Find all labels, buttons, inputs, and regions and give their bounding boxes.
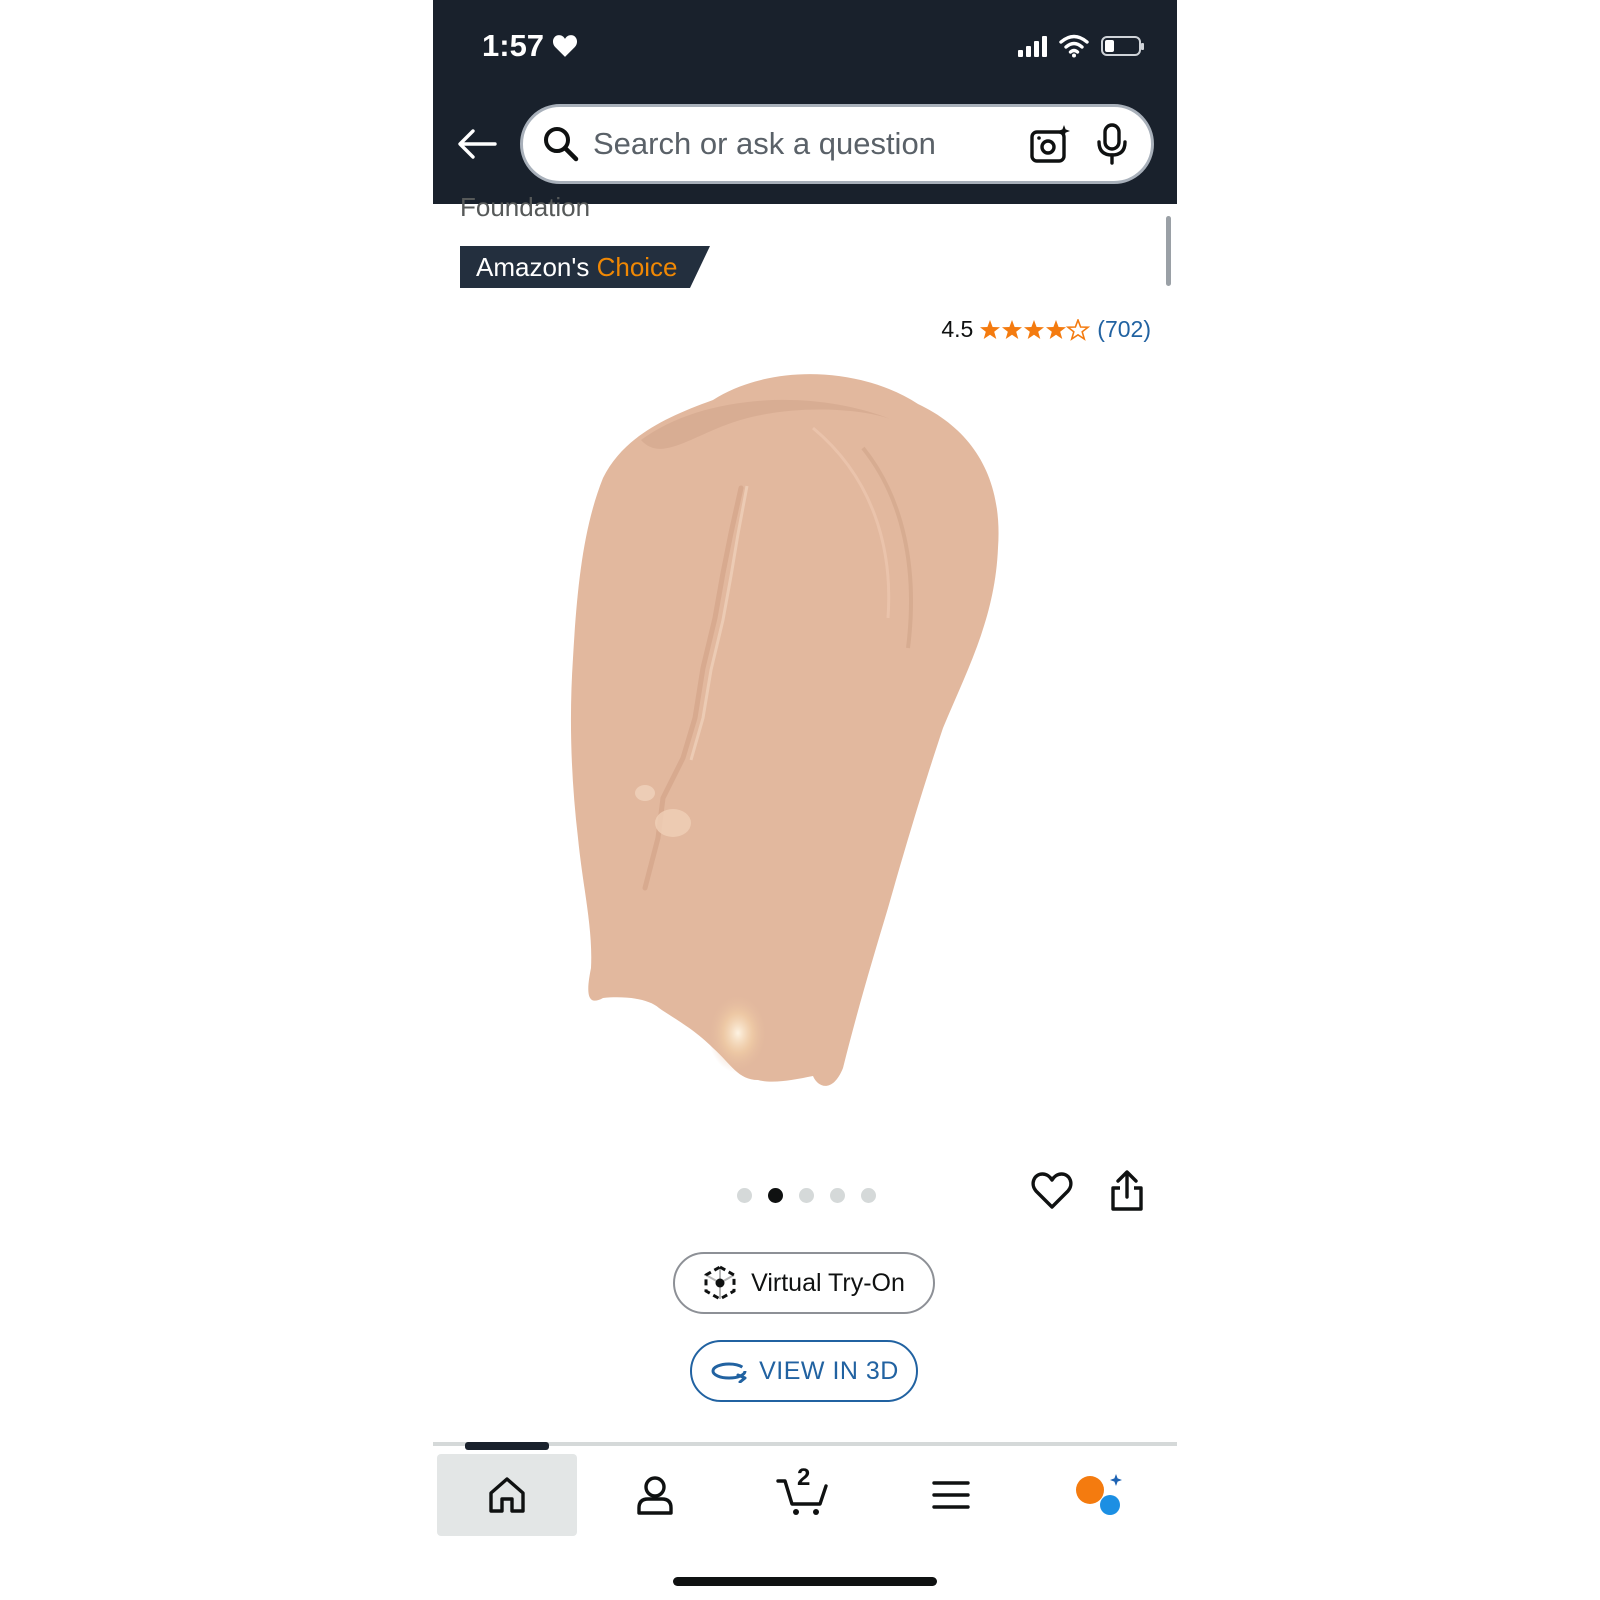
product-title[interactable]: Foundation bbox=[460, 192, 590, 223]
home-icon bbox=[489, 1477, 525, 1513]
share-icon bbox=[1111, 1170, 1143, 1211]
view-in-3d-label: VIEW IN 3D bbox=[759, 1356, 899, 1385]
virtual-try-on-button[interactable]: Virtual Try-On bbox=[673, 1252, 935, 1314]
microphone-icon bbox=[1097, 123, 1127, 165]
active-tab-indicator bbox=[465, 1442, 549, 1450]
home-indicator[interactable] bbox=[673, 1577, 937, 1586]
nav-account[interactable] bbox=[585, 1454, 725, 1536]
carousel-dot-active[interactable] bbox=[768, 1188, 783, 1203]
amazons-choice-badge: Amazon's Choice bbox=[460, 246, 710, 288]
voice-search-button[interactable] bbox=[1093, 123, 1131, 165]
virtual-try-on-label: Virtual Try-On bbox=[751, 1268, 905, 1297]
carousel-dots[interactable] bbox=[737, 1188, 876, 1203]
rating-summary[interactable]: 4.5 (702) bbox=[941, 316, 1151, 343]
star-rating-icon bbox=[980, 318, 1090, 340]
back-button[interactable] bbox=[455, 122, 499, 166]
cart-count-badge: 2 bbox=[797, 1464, 811, 1491]
carousel-dot[interactable] bbox=[830, 1188, 845, 1203]
hamburger-menu-icon bbox=[932, 1481, 970, 1509]
search-input[interactable]: Search or ask a question bbox=[520, 104, 1154, 184]
wishlist-button[interactable] bbox=[1031, 1172, 1073, 1215]
nav-menu[interactable] bbox=[881, 1454, 1021, 1536]
search-placeholder: Search or ask a question bbox=[593, 126, 936, 161]
face-scan-cube-icon bbox=[704, 1265, 736, 1301]
share-button[interactable] bbox=[1109, 1170, 1145, 1217]
badge-prefix: Amazon's bbox=[476, 251, 590, 282]
bottom-nav: 2 bbox=[433, 1450, 1177, 1538]
product-image[interactable] bbox=[563, 368, 1033, 1118]
battery-icon bbox=[1101, 36, 1144, 56]
status-time: 1:57 bbox=[482, 28, 578, 64]
heart-icon bbox=[1031, 1172, 1073, 1209]
rating-value: 4.5 bbox=[941, 316, 974, 342]
view-in-3d-button[interactable]: VIEW IN 3D bbox=[690, 1340, 918, 1402]
heart-status-icon bbox=[553, 35, 578, 57]
nav-rufus-assistant[interactable] bbox=[1029, 1454, 1169, 1536]
rotate-3d-icon bbox=[711, 1362, 747, 1383]
carousel-dot[interactable] bbox=[861, 1188, 876, 1203]
scrollbar[interactable] bbox=[1166, 216, 1171, 286]
header-bar: 1:57 Search or ask a question bbox=[433, 0, 1177, 204]
status-time-text: 1:57 bbox=[482, 28, 545, 63]
status-icons bbox=[1018, 34, 1144, 58]
user-icon bbox=[637, 1476, 673, 1515]
rufus-assistant-icon bbox=[1076, 1474, 1122, 1515]
signal-icon bbox=[1018, 35, 1047, 57]
carousel-dot[interactable] bbox=[737, 1188, 752, 1203]
search-icon bbox=[544, 127, 579, 162]
wifi-icon bbox=[1059, 34, 1089, 58]
arrow-left-icon bbox=[458, 129, 497, 159]
nav-cart[interactable]: 2 bbox=[733, 1454, 873, 1536]
carousel-dot[interactable] bbox=[799, 1188, 814, 1203]
rating-count: (702) bbox=[1097, 316, 1151, 342]
camera-sparkle-icon bbox=[1030, 125, 1070, 163]
nav-home[interactable] bbox=[437, 1454, 577, 1536]
phone-screen: 1:57 Search or ask a question Foundation… bbox=[433, 0, 1177, 1600]
camera-search-button[interactable] bbox=[1029, 123, 1071, 165]
badge-highlight: Choice bbox=[596, 251, 678, 282]
